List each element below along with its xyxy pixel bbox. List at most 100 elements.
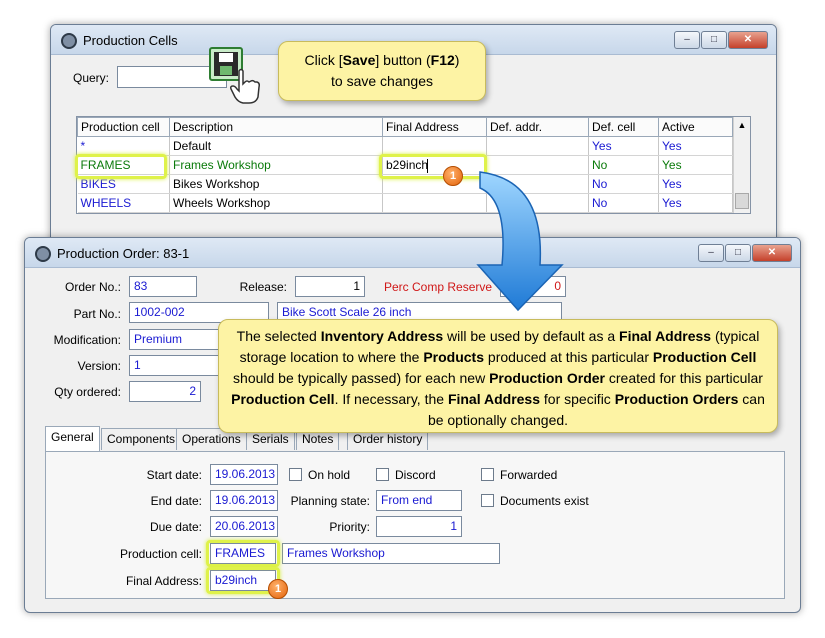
scroll-up-icon[interactable]: ▲: [734, 117, 750, 133]
col-production-cell[interactable]: Production cell: [77, 117, 170, 137]
on-hold-checkbox[interactable]: [289, 468, 302, 481]
info-bold: Production Cell: [652, 349, 757, 365]
col-description[interactable]: Description: [169, 117, 383, 137]
info-bold: Production Cell: [231, 391, 335, 407]
cell-code[interactable]: WHEELS: [77, 193, 170, 213]
cell-def-cell[interactable]: No: [588, 174, 659, 194]
cell-active[interactable]: Yes: [658, 193, 733, 213]
grid-header: Production cell Description Final Addres…: [77, 117, 733, 137]
app-icon: [61, 33, 77, 49]
production-cell-desc-field[interactable]: Frames Workshop: [282, 543, 500, 564]
save-callout-text: Click [: [304, 52, 343, 68]
cell-description[interactable]: Wheels Workshop: [169, 193, 383, 213]
cell-active[interactable]: Yes: [658, 155, 733, 175]
cell-active[interactable]: Yes: [658, 136, 733, 156]
text-cursor-icon: [427, 159, 428, 173]
forwarded-checkbox[interactable]: [481, 468, 494, 481]
table-row[interactable]: WHEELS Wheels Workshop No Yes: [77, 193, 733, 213]
info-text: The selected: [236, 328, 321, 344]
minimize-button[interactable]: –: [674, 31, 700, 49]
tab-components[interactable]: Components: [101, 428, 182, 450]
info-bold: Production Order: [489, 370, 605, 386]
cell-def-cell[interactable]: No: [588, 193, 659, 213]
save-callout-text: ): [454, 52, 460, 68]
discord-label: Discord: [395, 468, 436, 482]
maximize-button[interactable]: □: [701, 31, 727, 49]
col-final-address[interactable]: Final Address: [382, 117, 487, 137]
info-text: . If necessary, the: [334, 391, 448, 407]
info-bold: Final Address: [619, 328, 712, 344]
production-cell-highlight: [206, 540, 280, 567]
order-no-label: Order No.:: [64, 280, 121, 294]
save-callout: Click [Save] button (F12) to save change…: [278, 41, 486, 101]
modification-field[interactable]: Premium: [129, 329, 219, 350]
save-callout-text: ] button (: [375, 52, 431, 68]
production-cell-label: Production cell:: [119, 547, 202, 561]
info-bold: Final Address: [447, 391, 540, 407]
maximize-button[interactable]: □: [725, 244, 751, 262]
info-text: produced at this particular: [484, 349, 653, 365]
info-bold: Products: [423, 349, 485, 365]
grid-scrollbar[interactable]: ▲: [733, 117, 750, 213]
priority-label: Priority:: [329, 520, 370, 534]
cell-active[interactable]: Yes: [658, 174, 733, 194]
frames-cell-highlight: [75, 154, 167, 179]
save-callout-key: F12: [430, 52, 455, 68]
general-tab-panel: Start date: 19.06.2013 End date: 19.06.2…: [45, 451, 785, 599]
scroll-thumb[interactable]: [735, 193, 749, 209]
order-no-field[interactable]: 83: [129, 276, 197, 297]
part-no-label: Part No.:: [73, 307, 121, 321]
save-callout-bold: Save: [342, 52, 376, 68]
cells-window-title: Production Cells: [83, 33, 178, 48]
version-label: Version:: [77, 359, 121, 373]
end-date-field[interactable]: 19.06.2013: [210, 490, 278, 511]
final-address-label: Final Address:: [125, 574, 202, 588]
discord-checkbox[interactable]: [376, 468, 389, 481]
close-button[interactable]: ✕: [728, 31, 768, 49]
start-date-label: Start date:: [146, 468, 202, 482]
version-field[interactable]: 1: [129, 355, 219, 376]
release-label: Release:: [239, 280, 287, 294]
start-date-field[interactable]: 19.06.2013: [210, 464, 278, 485]
cell-def-cell[interactable]: Yes: [588, 136, 659, 156]
query-label: Query:: [73, 71, 110, 85]
app-icon: [35, 246, 51, 262]
forwarded-label: Forwarded: [500, 468, 558, 482]
on-hold-label: On hold: [308, 468, 351, 482]
col-def-cell[interactable]: Def. cell: [588, 117, 659, 137]
step-badge: 1: [268, 579, 288, 599]
info-bold: Production Orders: [614, 391, 739, 407]
cell-description[interactable]: Default: [169, 136, 383, 156]
minimize-button[interactable]: –: [698, 244, 724, 262]
cell-description[interactable]: Bikes Workshop: [169, 174, 383, 194]
cell-description[interactable]: Frames Workshop: [169, 155, 383, 175]
order-titlebar: Production Order: 83-1 – □ ✕: [25, 238, 800, 268]
priority-field[interactable]: 1: [376, 516, 462, 537]
cell-code[interactable]: *: [77, 136, 170, 156]
info-text: should be typically passed) for each new: [233, 370, 490, 386]
col-def-addr[interactable]: Def. addr.: [486, 117, 589, 137]
col-active[interactable]: Active: [658, 117, 733, 137]
documents-exist-checkbox[interactable]: [481, 494, 494, 507]
due-date-field[interactable]: 20.06.2013: [210, 516, 278, 537]
close-button[interactable]: ✕: [752, 244, 792, 262]
release-field[interactable]: 1: [295, 276, 365, 297]
qty-ordered-field[interactable]: 2: [129, 381, 201, 402]
order-window-title: Production Order: 83-1: [57, 246, 190, 261]
save-callout-line2: to save changes: [331, 73, 433, 89]
cell-final-address[interactable]: [382, 136, 487, 156]
table-row[interactable]: * Default Yes Yes: [77, 136, 733, 156]
info-text: for specific: [540, 391, 615, 407]
info-text: created for this particular: [604, 370, 763, 386]
planning-state-label: Planning state:: [290, 494, 370, 508]
end-date-label: End date:: [150, 494, 202, 508]
cell-def-addr[interactable]: [486, 136, 589, 156]
cell-def-cell[interactable]: No: [588, 155, 659, 175]
modification-label: Modification:: [53, 333, 121, 347]
tab-general[interactable]: General: [45, 426, 100, 451]
qty-ordered-label: Qty ordered:: [54, 385, 121, 399]
curved-arrow-icon: [476, 171, 564, 312]
hand-cursor-icon: [230, 68, 260, 104]
planning-state-field[interactable]: From end: [376, 490, 462, 511]
due-date-label: Due date:: [149, 520, 202, 534]
